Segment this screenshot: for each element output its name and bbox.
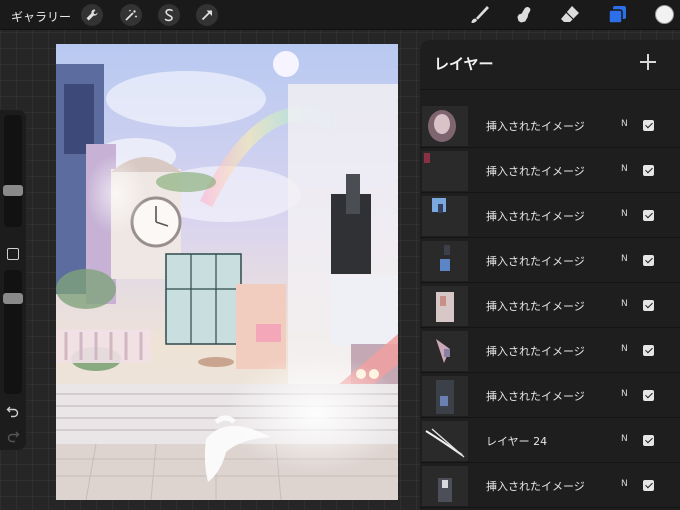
layer-thumbnail	[422, 196, 468, 236]
layer-thumbnail	[422, 466, 468, 506]
layer-name: 挿入されたイメージ	[486, 480, 585, 493]
blend-mode-button[interactable]: N	[621, 119, 628, 129]
blend-mode-button[interactable]: N	[621, 254, 628, 264]
layers-panel: レイヤー 挿入されたイメージ N 挿入されたイメージ N 挿入されたイメージ N…	[420, 40, 680, 510]
eraser-icon[interactable]	[558, 3, 582, 27]
smudge-icon[interactable]	[510, 3, 534, 27]
blend-mode-button[interactable]: N	[621, 479, 628, 489]
artwork-illustration	[56, 51, 398, 500]
add-layer-button plus-icon[interactable]	[640, 54, 656, 70]
layer-row-partial[interactable]	[420, 76, 680, 90]
blend-mode-button[interactable]: N	[621, 299, 628, 309]
left-sidebar	[0, 110, 26, 450]
layer-name: 挿入されたイメージ	[486, 345, 585, 358]
layer-thumbnail	[422, 106, 468, 146]
selection-s-icon[interactable]	[158, 4, 180, 26]
visibility-checkbox[interactable]	[643, 165, 654, 176]
layer-row[interactable]: 挿入されたイメージ N	[420, 284, 680, 328]
layer-name: 挿入されたイメージ	[486, 255, 585, 268]
redo-icon[interactable]	[6, 428, 20, 443]
layer-name: 挿入されたイメージ	[486, 210, 585, 223]
layer-thumbnail	[422, 241, 468, 281]
blend-mode-button[interactable]: N	[621, 344, 628, 354]
modify-square-icon[interactable]	[7, 248, 19, 260]
layer-thumbnail	[422, 421, 468, 461]
color-swatch[interactable]	[655, 5, 674, 24]
visibility-checkbox[interactable]	[643, 210, 654, 221]
top-toolbar: ギャラリー	[0, 0, 680, 30]
magic-wand-icon[interactable]	[120, 4, 142, 26]
layer-thumbnail	[422, 151, 468, 191]
blend-mode-button[interactable]: N	[621, 164, 628, 174]
layer-row[interactable]: レイヤー 24 N	[420, 419, 680, 463]
opacity-slider[interactable]	[4, 270, 22, 394]
layer-row[interactable]: 挿入されたイメージ N	[420, 149, 680, 193]
visibility-checkbox[interactable]	[643, 255, 654, 266]
layer-row[interactable]: 挿入されたイメージ N	[420, 239, 680, 283]
layer-name: レイヤー 24	[486, 435, 548, 448]
brush-size-thumb[interactable]	[3, 184, 23, 196]
layer-name: 挿入されたイメージ	[486, 120, 585, 133]
blend-mode-button[interactable]: N	[621, 434, 628, 444]
visibility-checkbox[interactable]	[643, 480, 654, 491]
undo-icon[interactable]	[6, 403, 20, 418]
visibility-checkbox[interactable]	[643, 345, 654, 356]
layer-thumbnail	[422, 376, 468, 416]
layer-row[interactable]: 挿入されたイメージ N	[420, 374, 680, 418]
layer-row[interactable]: 挿入されたイメージ N	[420, 194, 680, 238]
layer-row[interactable]: 挿入されたイメージ N	[420, 329, 680, 373]
layer-thumbnail	[422, 331, 468, 371]
blend-mode-button[interactable]: N	[621, 389, 628, 399]
visibility-checkbox[interactable]	[643, 120, 654, 131]
layer-name: 挿入されたイメージ	[486, 390, 585, 403]
visibility-checkbox[interactable]	[643, 390, 654, 401]
visibility-checkbox[interactable]	[643, 300, 654, 311]
layer-row[interactable]: 挿入されたイメージ N	[420, 104, 680, 148]
layers-panel-title: レイヤー	[434, 55, 494, 73]
layer-row[interactable]: 挿入されたイメージ N	[420, 464, 680, 508]
brush-icon[interactable]	[467, 3, 491, 27]
wrench-icon[interactable]	[81, 4, 103, 26]
blend-mode-button[interactable]: N	[621, 209, 628, 219]
transform-arrow-icon[interactable]	[196, 4, 218, 26]
layer-thumbnail	[422, 286, 468, 326]
canvas-artwork[interactable]	[56, 44, 398, 500]
layer-name: 挿入されたイメージ	[486, 300, 585, 313]
brush-size-slider[interactable]	[4, 115, 22, 227]
layer-name: 挿入されたイメージ	[486, 165, 585, 178]
visibility-checkbox[interactable]	[643, 435, 654, 446]
gallery-button[interactable]: ギャラリー	[11, 8, 71, 25]
layers-icon[interactable]	[605, 3, 629, 27]
opacity-thumb[interactable]	[3, 292, 23, 304]
